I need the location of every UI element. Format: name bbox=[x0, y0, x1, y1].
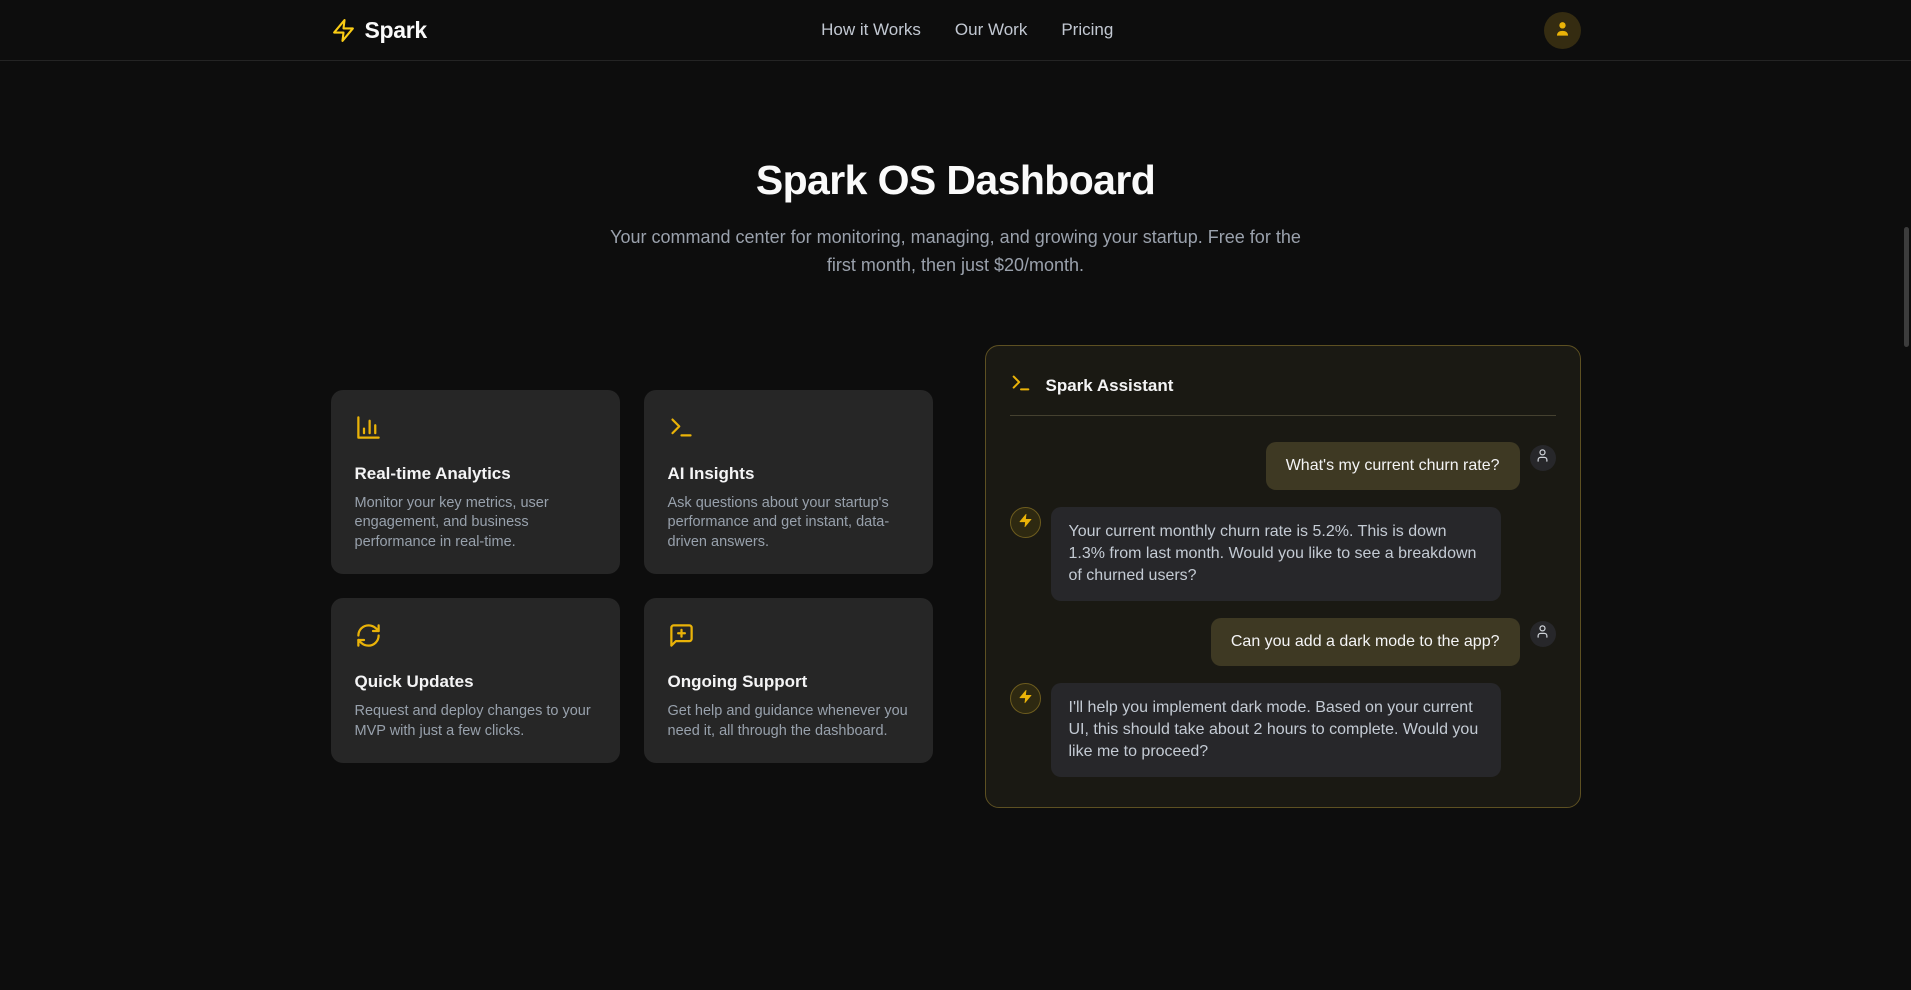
chat-message-assistant: Your current monthly churn rate is 5.2%.… bbox=[1010, 507, 1556, 601]
refresh-icon bbox=[355, 622, 596, 649]
assistant-message-bubble: Your current monthly churn rate is 5.2%.… bbox=[1051, 507, 1501, 601]
feature-card-quick-updates: Quick Updates Request and deploy changes… bbox=[331, 598, 620, 763]
nav-link-our-work[interactable]: Our Work bbox=[955, 20, 1027, 40]
brand-logo[interactable]: Spark bbox=[331, 17, 427, 44]
assistant-message-bubble: I'll help you implement dark mode. Based… bbox=[1051, 683, 1501, 777]
feature-description: Get help and guidance whenever you need … bbox=[668, 702, 909, 741]
nav-inner: Spark How it Works Our Work Pricing bbox=[331, 0, 1581, 60]
zap-icon bbox=[331, 18, 356, 43]
feature-title: AI Insights bbox=[668, 464, 909, 484]
nav-links: How it Works Our Work Pricing bbox=[821, 20, 1113, 40]
message-square-plus-icon bbox=[668, 622, 909, 649]
feature-title: Ongoing Support bbox=[668, 672, 909, 692]
assistant-panel: Spark Assistant What's my current churn … bbox=[985, 345, 1581, 808]
feature-card-ai-insights: AI Insights Ask questions about your sta… bbox=[644, 390, 933, 575]
assistant-panel-title: Spark Assistant bbox=[1046, 376, 1174, 396]
feature-title: Quick Updates bbox=[355, 672, 596, 692]
feature-card-realtime-analytics: Real-time Analytics Monitor your key met… bbox=[331, 390, 620, 575]
chat-messages: What's my current churn rate? bbox=[1010, 442, 1556, 777]
top-nav: Spark How it Works Our Work Pricing bbox=[0, 0, 1911, 61]
page: Spark How it Works Our Work Pricing Spar… bbox=[0, 0, 1911, 990]
main-content: Real-time Analytics Monitor your key met… bbox=[331, 345, 1581, 808]
bar-chart-icon bbox=[355, 414, 596, 441]
chat-message-assistant: I'll help you implement dark mode. Based… bbox=[1010, 683, 1556, 777]
user-avatar bbox=[1530, 445, 1556, 471]
feature-cards-grid: Real-time Analytics Monitor your key met… bbox=[331, 390, 933, 764]
nav-link-pricing[interactable]: Pricing bbox=[1061, 20, 1113, 40]
assistant-avatar bbox=[1010, 507, 1041, 538]
page-title: Spark OS Dashboard bbox=[0, 157, 1911, 204]
nav-link-how-it-works[interactable]: How it Works bbox=[821, 20, 921, 40]
user-avatar bbox=[1530, 621, 1556, 647]
zap-icon bbox=[1018, 689, 1033, 709]
brand-name: Spark bbox=[365, 17, 427, 44]
user-icon bbox=[1535, 448, 1550, 468]
terminal-icon bbox=[1010, 372, 1032, 399]
page-subtitle: Your command center for monitoring, mana… bbox=[606, 223, 1306, 279]
hero-section: Spark OS Dashboard Your command center f… bbox=[0, 61, 1911, 279]
assistant-avatar bbox=[1010, 683, 1041, 714]
user-message-bubble: Can you add a dark mode to the app? bbox=[1211, 618, 1520, 666]
page-scrollbar-thumb[interactable] bbox=[1904, 227, 1909, 347]
user-icon bbox=[1553, 19, 1572, 41]
chat-message-user: What's my current churn rate? bbox=[1010, 442, 1556, 490]
panel-divider bbox=[1010, 415, 1556, 416]
chat-message-user: Can you add a dark mode to the app? bbox=[1010, 618, 1556, 666]
feature-card-ongoing-support: Ongoing Support Get help and guidance wh… bbox=[644, 598, 933, 763]
assistant-panel-header: Spark Assistant bbox=[1010, 372, 1556, 399]
zap-icon bbox=[1018, 513, 1033, 533]
feature-description: Monitor your key metrics, user engagemen… bbox=[355, 494, 596, 553]
avatar-button[interactable] bbox=[1544, 12, 1581, 49]
terminal-icon bbox=[668, 414, 909, 441]
user-icon bbox=[1535, 624, 1550, 644]
feature-description: Ask questions about your startup's perfo… bbox=[668, 494, 909, 553]
user-message-bubble: What's my current churn rate? bbox=[1266, 442, 1520, 490]
feature-description: Request and deploy changes to your MVP w… bbox=[355, 702, 596, 741]
feature-title: Real-time Analytics bbox=[355, 464, 596, 484]
